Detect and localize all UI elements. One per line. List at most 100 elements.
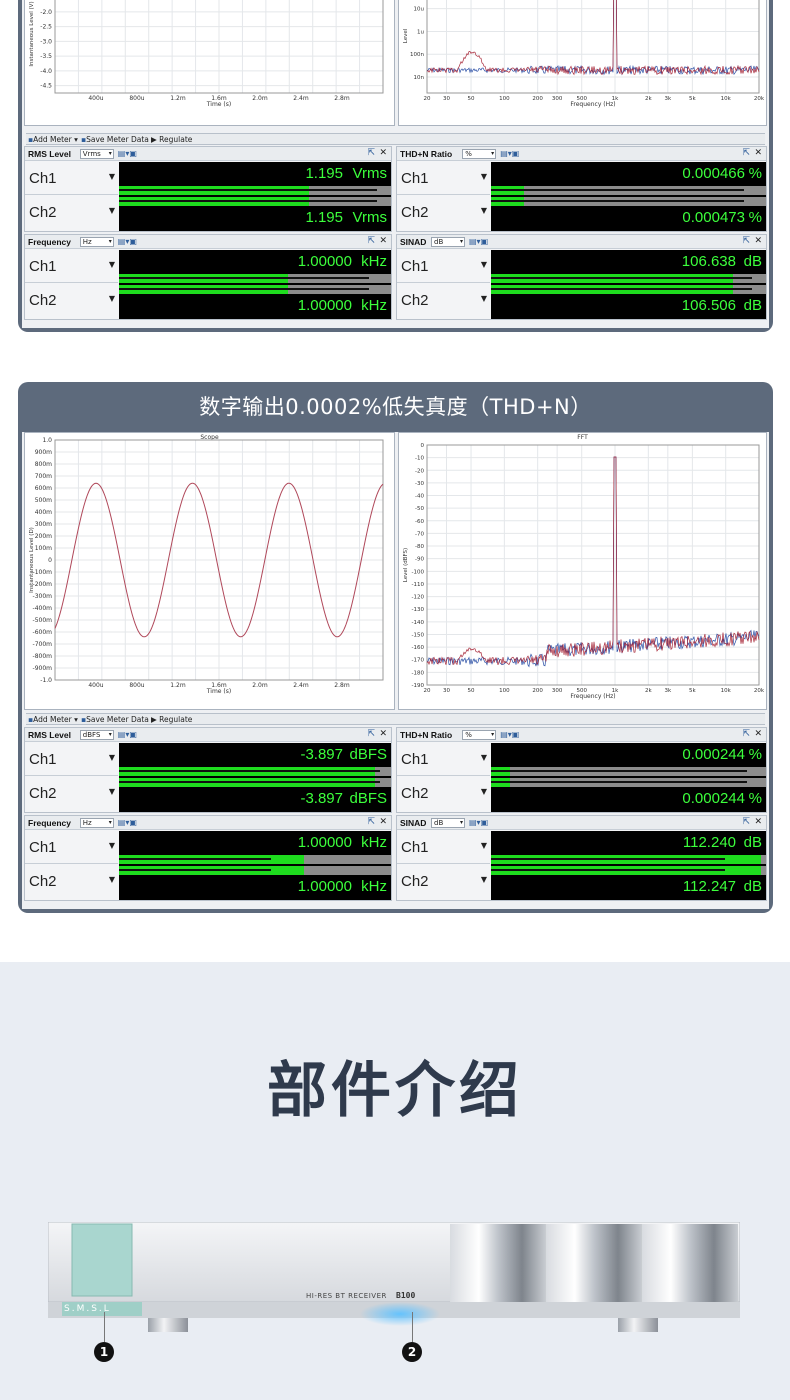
unit-select[interactable]: % ▾ bbox=[462, 149, 497, 159]
add-meter-button[interactable]: ▪Add Meter ▾ bbox=[28, 134, 78, 145]
save-meter-data-button[interactable]: ▪Save Meter Data bbox=[81, 714, 149, 725]
close-icon[interactable]: ✕ bbox=[754, 148, 762, 158]
fft-ytick: 1u bbox=[417, 29, 424, 35]
unit-select[interactable]: Vrms ▾ bbox=[79, 149, 114, 159]
popout-icon[interactable]: ⇱ bbox=[367, 148, 375, 158]
fft-chart[interactable]: FFT 0 -10 -20 -30 -40 -50 -60 -70 -80 -90 -100 -110… bbox=[398, 432, 767, 710]
add-meter-label: Add Meter ▾ bbox=[33, 135, 78, 144]
marker-leader-2 bbox=[412, 1312, 413, 1342]
regulate-label: Regulate bbox=[159, 715, 193, 724]
channel-selector-ch1[interactable]: Ch1 ▼ bbox=[25, 162, 118, 195]
channel-selector-ch2[interactable]: Ch2 ▼ bbox=[25, 196, 118, 229]
meter-unit-ch1: dBFS bbox=[349, 746, 387, 763]
meter-options-icon[interactable]: ▤▾▣ bbox=[118, 730, 137, 739]
fft-trace bbox=[426, 456, 760, 666]
close-icon[interactable]: ✕ bbox=[379, 236, 387, 246]
unit-select[interactable]: Hz ▾ bbox=[79, 237, 114, 247]
popout-icon[interactable]: ⇱ bbox=[367, 817, 375, 827]
close-icon[interactable]: ✕ bbox=[379, 817, 387, 827]
popout-icon[interactable]: ⇱ bbox=[742, 236, 750, 246]
scope-ytick: 200m bbox=[35, 533, 52, 540]
scope-chart[interactable]: Scope 1.0 900m 800m 700m 600m 500m 400m 300m 200… bbox=[24, 432, 395, 710]
fft-xtick: 20 bbox=[424, 96, 431, 102]
channel-selector-ch1[interactable]: Ch1 ▼ bbox=[25, 743, 118, 776]
meter-options-icon[interactable]: ▤▾▣ bbox=[118, 818, 137, 827]
channel-selector-ch1[interactable]: Ch1 ▼ bbox=[397, 250, 490, 283]
fft-ytick: -150 bbox=[412, 632, 425, 638]
level-bar-ch1 bbox=[119, 767, 391, 776]
popout-icon[interactable]: ⇱ bbox=[742, 148, 750, 158]
channel-selector-ch1[interactable]: Ch1 ▼ bbox=[25, 831, 118, 864]
fft-xtick: 10k bbox=[721, 688, 732, 694]
peak-marker-ch1 bbox=[119, 189, 378, 191]
chevron-down-icon: ▼ bbox=[480, 753, 487, 762]
popout-icon[interactable]: ⇱ bbox=[367, 236, 375, 246]
meter-unit-ch2: % bbox=[748, 790, 762, 807]
channel-selector-ch2[interactable]: Ch2 ▼ bbox=[397, 284, 490, 317]
meter-options-icon[interactable]: ▤▾▣ bbox=[500, 149, 519, 158]
peak-marker-ch2 bbox=[119, 288, 370, 290]
channel-selector-ch1[interactable]: Ch1 ▼ bbox=[397, 162, 490, 195]
close-icon[interactable]: ✕ bbox=[379, 148, 387, 158]
fft-xtick: 3k bbox=[664, 96, 671, 102]
model-label: B100 bbox=[396, 1291, 416, 1300]
channel-selector-ch1[interactable]: Ch1 ▼ bbox=[397, 831, 490, 864]
meter-options-icon[interactable]: ▤▾▣ bbox=[469, 237, 488, 246]
meter-unit-ch2: kHz bbox=[361, 297, 387, 314]
add-meter-button[interactable]: ▪Add Meter ▾ bbox=[28, 714, 78, 725]
meter-name: SINAD bbox=[400, 818, 427, 828]
scope-chart[interactable]: -1.0-1.5-2.0-2.5-3.0-3.5-4.0-4.5400u800u… bbox=[24, 0, 395, 126]
channel-label: Ch1 bbox=[29, 839, 57, 856]
chevron-down-icon: ▾ bbox=[108, 238, 112, 245]
channel-label: Ch2 bbox=[401, 204, 429, 221]
unit-select[interactable]: dB ▾ bbox=[431, 818, 465, 828]
meter-options-icon[interactable]: ▤▾▣ bbox=[118, 237, 137, 246]
regulate-button[interactable]: ▶ Regulate bbox=[151, 714, 192, 725]
fft-chart[interactable]: 100u10u1u100n10n2030501002003005001k2k3k… bbox=[398, 0, 767, 126]
close-icon[interactable]: ✕ bbox=[379, 729, 387, 739]
fft-xtick: 300 bbox=[552, 688, 563, 694]
channel-selector-ch2[interactable]: Ch2 ▼ bbox=[25, 284, 118, 317]
close-icon[interactable]: ✕ bbox=[754, 729, 762, 739]
scope-xtick: 1.2m bbox=[170, 95, 186, 102]
unit-select[interactable]: % ▾ bbox=[462, 730, 497, 740]
popout-icon[interactable]: ⇱ bbox=[742, 817, 750, 827]
channel-selector-ch2[interactable]: Ch2 ▼ bbox=[397, 865, 490, 898]
fft-xtick: 100 bbox=[499, 688, 510, 694]
scope-ytick: -1.0 bbox=[40, 677, 52, 684]
meter-options-icon[interactable]: ▤▾▣ bbox=[469, 818, 488, 827]
meter-unit-ch1: % bbox=[748, 165, 762, 182]
meter-options-icon[interactable]: ▤▾▣ bbox=[500, 730, 519, 739]
unit-select[interactable]: Hz ▾ bbox=[79, 818, 114, 828]
level-bar-ch2 bbox=[119, 197, 391, 206]
regulate-button[interactable]: ▶ Regulate bbox=[151, 134, 192, 145]
popout-icon[interactable]: ⇱ bbox=[742, 729, 750, 739]
meter-options-icon[interactable]: ▤▾▣ bbox=[118, 149, 137, 158]
save-meter-data-button[interactable]: ▪Save Meter Data bbox=[81, 134, 149, 145]
close-icon[interactable]: ✕ bbox=[754, 236, 762, 246]
chevron-down-icon: ▾ bbox=[108, 150, 112, 157]
chevron-down-icon: ▼ bbox=[480, 172, 487, 181]
scope-xtick: 2.4m bbox=[293, 682, 309, 689]
fft-ytick: -160 bbox=[412, 645, 425, 651]
meter-frequency: Frequency Hz ▾ ▤▾▣ ⇱ ✕ Ch1 ▼ Ch2 ▼ 1.00000 kHz 1.000… bbox=[24, 815, 392, 901]
unit-select[interactable]: dBFS ▾ bbox=[79, 730, 114, 740]
unit-select[interactable]: dB ▾ bbox=[431, 237, 465, 247]
scope-ytick: -1.5 bbox=[40, 0, 52, 1]
channel-selector-ch2[interactable]: Ch2 ▼ bbox=[25, 777, 118, 810]
meter-value-ch1: -3.897 bbox=[300, 746, 343, 763]
channel-label: Ch2 bbox=[29, 292, 57, 309]
scope-xlabel: Time (s) bbox=[206, 688, 231, 695]
channel-selector-ch1[interactable]: Ch1 ▼ bbox=[25, 250, 118, 283]
channel-selector-ch2[interactable]: Ch2 ▼ bbox=[25, 865, 118, 898]
channel-selector-ch2[interactable]: Ch2 ▼ bbox=[397, 777, 490, 810]
channel-selector-ch1[interactable]: Ch1 ▼ bbox=[397, 743, 490, 776]
close-icon[interactable]: ✕ bbox=[754, 817, 762, 827]
fft-xtick: 50 bbox=[468, 96, 475, 102]
fft-xtick: 20 bbox=[424, 688, 431, 694]
chevron-down-icon: ▼ bbox=[108, 206, 115, 215]
peak-marker-ch2 bbox=[119, 781, 381, 783]
channel-selector-ch2[interactable]: Ch2 ▼ bbox=[397, 196, 490, 229]
popout-icon[interactable]: ⇱ bbox=[367, 729, 375, 739]
unit-select-value: % bbox=[465, 731, 472, 739]
